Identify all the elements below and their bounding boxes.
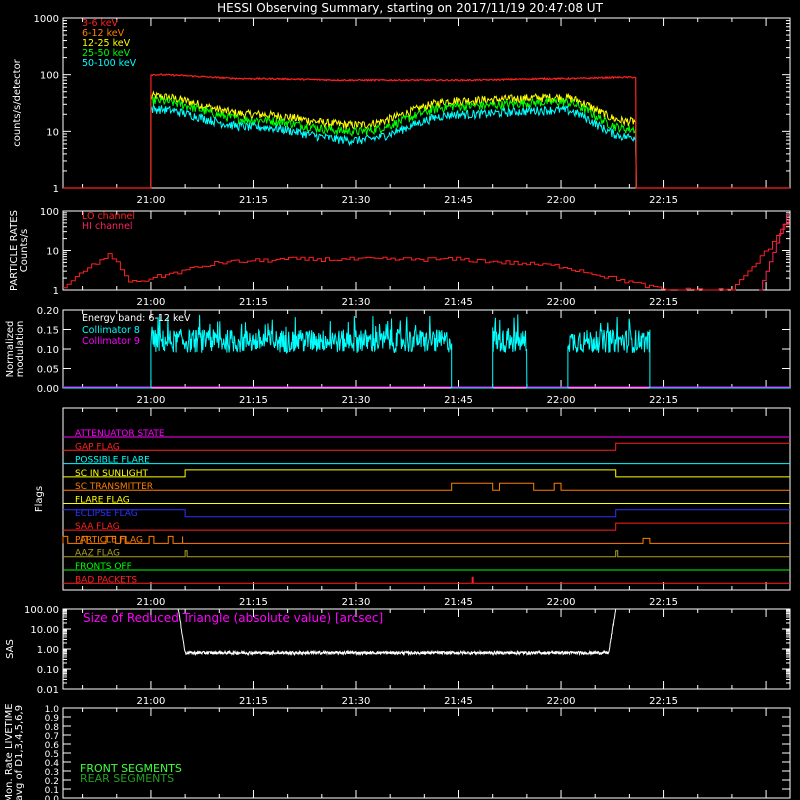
sas-ytick-label: 10.00 [30, 625, 59, 636]
livetime-ytick-label: 0.9 [45, 714, 60, 724]
modulation-xtick-label: 21:30 [342, 395, 371, 406]
livetime-ytick-label: 1.0 [45, 705, 60, 715]
flags-xtick-label: 21:45 [444, 597, 473, 608]
counts-xtick-label: 22:15 [649, 195, 678, 206]
modulation-ylabel: modulation [15, 321, 26, 378]
flags-xtick-label: 21:30 [342, 597, 371, 608]
counts-xtick-label: 22:00 [547, 195, 576, 206]
livetime-ytick-label: 0.5 [45, 750, 59, 760]
livetime-ytick-label: 0.6 [45, 741, 60, 751]
sas-xtick-label: 22:15 [649, 696, 678, 707]
sas-ytick-label: 0.01 [37, 685, 59, 696]
modulation-xtick-label: 21:00 [137, 395, 166, 406]
particle-ytick-label: 100 [40, 207, 59, 218]
sas-ytick-label: 100.00 [24, 605, 59, 616]
counts-xtick-label: 21:15 [239, 195, 268, 206]
particle-xtick-label: 21:30 [342, 297, 371, 308]
particle-xtick-label: 21:15 [239, 297, 268, 308]
livetime-ytick-label: 0.4 [45, 759, 60, 769]
sas-ylabel: SAS [5, 639, 16, 659]
livetime-ytick-label: 0.1 [45, 786, 59, 796]
particle-ytick-label: 10 [46, 247, 59, 258]
flags-ylabel: Flags [34, 486, 45, 512]
particle-xtick-label: 21:45 [444, 297, 473, 308]
counts-ylabel: counts/s/detector [12, 58, 23, 146]
sas-xtick-label: 21:15 [239, 696, 268, 707]
sas-ytick-label: 0.10 [37, 665, 59, 676]
background [0, 0, 800, 800]
hessi-summary-chart: HESSI Observing Summary, starting on 201… [0, 0, 800, 800]
sas-xtick-label: 21:45 [444, 696, 473, 707]
chart-title: HESSI Observing Summary, starting on 201… [217, 1, 603, 15]
particle-ytick-label: 1 [53, 286, 59, 297]
sas-annotation: Size of Reduced Triangle (absolute value… [83, 611, 383, 625]
livetime-legend-item: REAR SEGMENTS [80, 772, 174, 785]
modulation-annotation: Energy band: 6-12 keV [82, 313, 191, 324]
modulation-ytick-label: 0.15 [37, 326, 59, 337]
modulation-ytick-label: 0.05 [37, 365, 59, 376]
livetime-ytick-label: 0.7 [45, 732, 59, 742]
modulation-xtick-label: 21:15 [239, 395, 268, 406]
particle-legend-item: HI channel [82, 221, 133, 232]
flags-xtick-label: 21:15 [239, 597, 268, 608]
counts-xtick-label: 21:30 [342, 195, 371, 206]
sas-xtick-label: 22:00 [547, 696, 576, 707]
particle-xtick-label: 22:15 [649, 297, 678, 308]
modulation-xtick-label: 22:00 [547, 395, 576, 406]
modulation-legend-item: Collimator 8 [82, 325, 140, 336]
particle-ylabel: Counts/s [19, 229, 30, 273]
counts-ytick-label: 1000 [34, 14, 59, 25]
livetime-ytick-label: 0.2 [45, 777, 59, 787]
flags-xtick-label: 21:00 [137, 597, 166, 608]
counts-ytick-label: 100 [40, 71, 59, 82]
counts-xtick-label: 21:45 [444, 195, 473, 206]
sas-xtick-label: 21:00 [137, 696, 166, 707]
modulation-legend-item: Collimator 9 [82, 336, 140, 347]
modulation-xtick-label: 21:45 [444, 395, 473, 406]
modulation-ytick-label: 0.20 [37, 306, 59, 317]
counts-ytick-label: 1 [53, 184, 59, 195]
counts-ytick-label: 10 [46, 127, 59, 138]
modulation-ytick-label: 0.00 [37, 384, 59, 395]
counts-legend-item: 50-100 keV [82, 58, 137, 69]
livetime-ytick-label: 0.3 [45, 768, 59, 778]
counts-xtick-label: 21:00 [137, 195, 166, 206]
modulation-xtick-label: 22:15 [649, 395, 678, 406]
particle-xtick-label: 21:00 [137, 297, 166, 308]
flags-xtick-label: 22:00 [547, 597, 576, 608]
sas-xtick-label: 21:30 [342, 696, 371, 707]
livetime-ytick-label: 0.8 [45, 723, 60, 733]
particle-xtick-label: 22:00 [547, 297, 576, 308]
modulation-ytick-label: 0.10 [37, 345, 59, 356]
sas-ytick-label: 1.00 [37, 645, 59, 656]
flags-xtick-label: 22:15 [649, 597, 678, 608]
livetime-ylabel: avg of D1,3,4,5,6,9 [14, 705, 25, 800]
